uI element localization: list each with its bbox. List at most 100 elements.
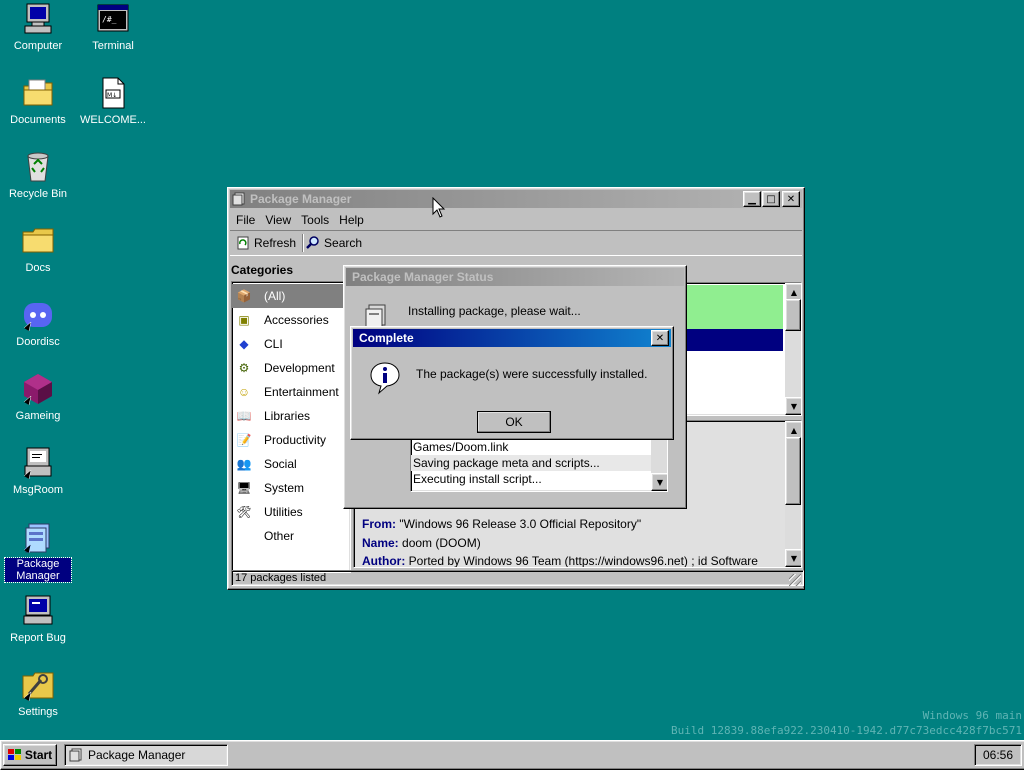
desktop-icon-label: Gameing: [15, 410, 61, 422]
search-label: Search: [324, 236, 363, 250]
package-manager-icon: [21, 520, 55, 554]
desktop-icon-settings[interactable]: Settings: [0, 668, 76, 718]
scroll-down-button[interactable]: ▼: [785, 397, 801, 415]
doordisc-icon: [21, 298, 55, 332]
tools-icon: 🛠: [236, 505, 252, 519]
desktop-icon-computer[interactable]: Computer: [0, 2, 76, 52]
package-list-scrollbar[interactable]: ▲ ▼: [785, 283, 801, 415]
taskbar-item-package-manager[interactable]: Package Manager: [64, 744, 228, 766]
log-scrollbar[interactable]: ▼: [651, 439, 667, 491]
briefcase-icon: ▣: [238, 313, 250, 327]
close-button[interactable]: ✕: [782, 191, 800, 207]
people-icon: 👥: [236, 457, 252, 471]
watermark-line1: Windows 96 main: [922, 709, 1022, 722]
start-button[interactable]: Start: [3, 744, 57, 766]
install-log: Games/Doom.link Saving package meta and …: [410, 438, 668, 492]
category-cli[interactable]: ◆ CLI: [232, 332, 350, 356]
gameing-icon: [21, 372, 55, 406]
category-system[interactable]: 🖥 System: [232, 476, 350, 500]
maximize-button[interactable]: □: [762, 191, 780, 207]
category-accessories[interactable]: ▣ Accessories: [232, 308, 350, 332]
desktop-icon-recycle-bin[interactable]: Recycle Bin: [0, 150, 76, 200]
scroll-thumb[interactable]: [785, 437, 801, 505]
detail-author-label: Author:: [362, 554, 406, 568]
package-manager-titlebar[interactable]: Package Manager ▁ □ ✕: [230, 190, 802, 208]
package-icon: [232, 192, 246, 206]
info-icon: [369, 361, 401, 398]
system-tray-clock[interactable]: 06:56: [974, 744, 1022, 766]
desktop-icon-docs[interactable]: Docs: [0, 224, 76, 274]
resize-grip-icon[interactable]: [789, 574, 801, 586]
desktop-icon-doordisc[interactable]: Doordisc: [0, 298, 76, 348]
desktop-icon-label: Docs: [25, 262, 51, 274]
scroll-down-button[interactable]: ▼: [785, 549, 801, 567]
log-line: Saving package meta and scripts...: [411, 455, 667, 471]
menu-file[interactable]: File: [232, 213, 261, 227]
scroll-down-button[interactable]: ▼: [651, 473, 667, 491]
minimize-button[interactable]: ▁: [743, 191, 761, 207]
complete-dialog-titlebar[interactable]: Complete ✕: [353, 329, 671, 347]
menu-help[interactable]: Help: [335, 213, 370, 227]
gears-icon: ⚙: [238, 361, 250, 375]
category-label: Social: [264, 457, 297, 471]
recycle-bin-icon: [21, 150, 55, 184]
menu-view[interactable]: View: [261, 213, 297, 227]
search-button[interactable]: Search: [304, 234, 368, 252]
detail-from: From: "Windows 96 Release 3.0 Official R…: [362, 515, 758, 534]
category-utilities[interactable]: 🛠 Utilities: [232, 500, 350, 524]
category-label: Development: [264, 361, 335, 375]
terminal-icon: /#_: [96, 2, 130, 36]
desktop-icon-package-manager[interactable]: Package Manager: [0, 520, 76, 583]
category-social[interactable]: 👥 Social: [232, 452, 350, 476]
desktop-icon-label: Doordisc: [16, 336, 60, 348]
refresh-button[interactable]: Refresh: [234, 234, 302, 252]
desktop-icon-terminal[interactable]: /#_ Terminal: [75, 2, 151, 52]
desktop-icon-documents[interactable]: Documents: [0, 76, 76, 126]
close-button[interactable]: ✕: [651, 330, 669, 346]
monitor-icon: 🖥: [236, 481, 252, 495]
package-icon: 📦: [236, 289, 252, 303]
status-bar: 17 packages listed: [231, 570, 804, 586]
desktop-icon-label: WELCOME...: [79, 114, 146, 126]
desktop-icon-label: Recycle Bin: [8, 188, 68, 200]
category-libraries[interactable]: 📖 Libraries: [232, 404, 350, 428]
desktop-icon-label: Documents: [10, 114, 66, 126]
category-label: CLI: [264, 337, 283, 351]
category-productivity[interactable]: 📝 Productivity: [232, 428, 350, 452]
taskbar-item-label: Package Manager: [88, 748, 186, 762]
desktop-icon-msgroom[interactable]: MsgRoom: [0, 446, 76, 496]
category-label: Productivity: [264, 433, 327, 447]
desktop-icon-report-bug[interactable]: Report Bug: [0, 594, 76, 644]
detail-name-label: Name:: [362, 535, 399, 550]
complete-dialog: Complete ✕ The package(s) were successfu…: [350, 326, 674, 440]
category-development[interactable]: ⚙ Development: [232, 356, 350, 380]
desktop-icon-label: Terminal: [92, 40, 134, 52]
detail-name: Name: doom (DOOM): [362, 534, 758, 553]
notepad-icon: 📝: [236, 433, 252, 447]
build-watermark: Windows 96 main Build 12839.88efa922.230…: [671, 708, 1022, 738]
msgroom-icon: [21, 446, 55, 480]
status-dialog-titlebar[interactable]: Package Manager Status: [346, 268, 684, 286]
ok-button[interactable]: OK: [477, 411, 551, 433]
documents-folder-icon: [21, 76, 55, 110]
complete-message: The package(s) were successfully install…: [416, 367, 648, 381]
details-scrollbar[interactable]: ▲ ▼: [785, 421, 801, 567]
windows-logo-icon: [7, 749, 22, 761]
scroll-thumb[interactable]: [785, 299, 801, 331]
category-other[interactable]: Other: [232, 524, 350, 548]
desktop-icon-gameing[interactable]: Gameing: [0, 372, 76, 422]
category-label: Accessories: [264, 313, 329, 327]
svg-text:/#_: /#_: [102, 15, 117, 24]
category-entertainment[interactable]: ☺ Entertainment: [232, 380, 350, 404]
categories-header: Categories: [231, 263, 294, 277]
desktop-icon-label: MsgRoom: [12, 484, 64, 496]
diamond-icon: ◆: [239, 337, 249, 351]
desktop-icon-welcome[interactable]: M↓ WELCOME...: [75, 76, 151, 126]
category-all[interactable]: 📦 (All): [232, 284, 350, 308]
clock-text: 06:56: [982, 748, 1014, 762]
detail-name-value: doom (DOOM): [402, 535, 481, 550]
menu-tools[interactable]: Tools: [297, 213, 335, 227]
watermark-line2: Build 12839.88efa922.230410-1942.d77c73e…: [671, 724, 1022, 737]
settings-icon: [21, 668, 55, 702]
taskbar: Start Package Manager 06:56: [0, 740, 1024, 770]
